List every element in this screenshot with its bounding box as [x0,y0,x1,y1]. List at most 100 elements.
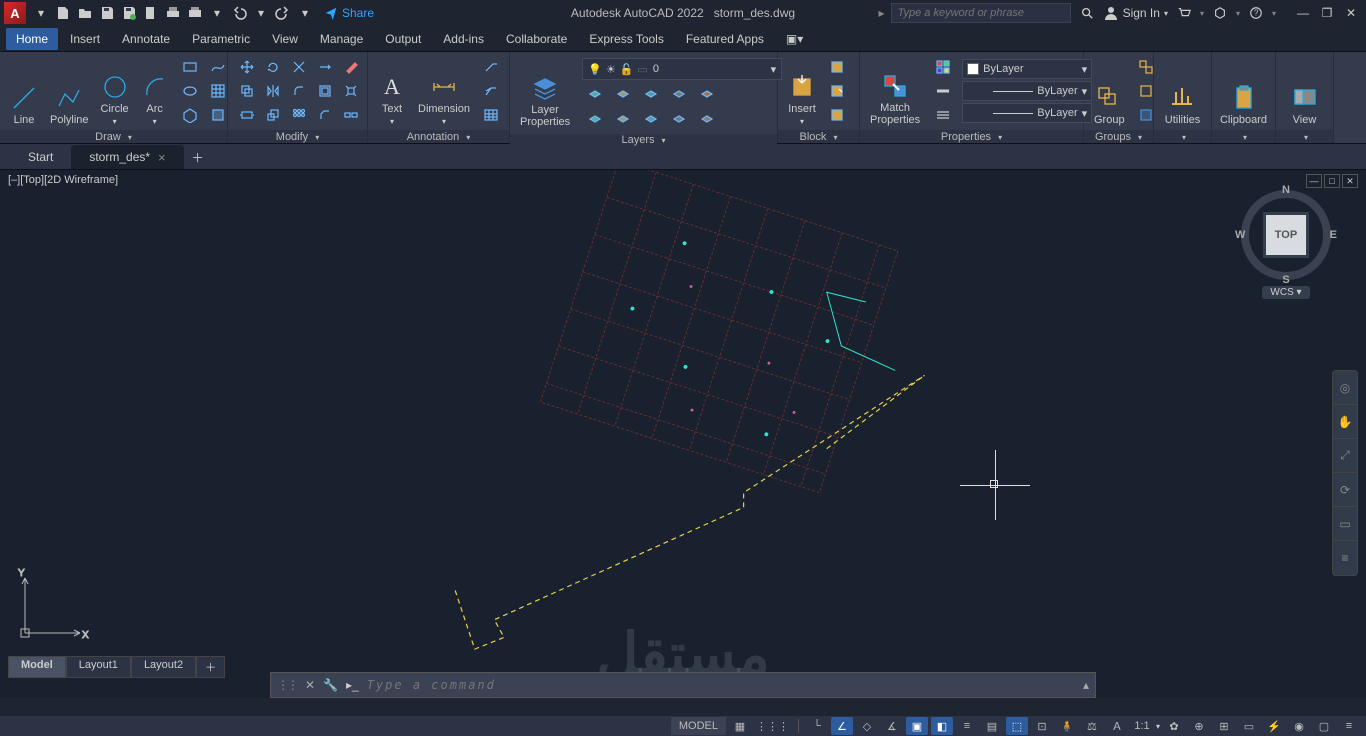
polyline-button[interactable]: Polyline [46,56,93,126]
open-icon[interactable] [74,2,96,24]
prop-icon1[interactable] [930,56,956,78]
lwt-toggle[interactable]: ≡ [956,717,978,735]
explode-icon[interactable] [338,80,364,102]
status-model[interactable]: MODEL [671,717,726,735]
join-icon[interactable] [338,104,364,126]
units-icon[interactable]: ⊞ [1213,717,1235,735]
app-icon[interactable] [1210,3,1230,23]
tab-collaborate[interactable]: Collaborate [496,28,577,50]
snap-toggle[interactable]: ⋮⋮⋮ [754,717,791,735]
spline-icon[interactable] [205,56,231,78]
tab-home[interactable]: Home [6,28,58,50]
panel-annotation-title[interactable]: Annotation [368,130,509,143]
wcs-badge[interactable]: WCS ▾ [1262,286,1309,299]
ortho-toggle[interactable]: └ [806,717,828,735]
3dosnap-toggle[interactable]: ◧ [931,717,953,735]
trim-icon[interactable] [286,56,312,78]
viewcube-top[interactable]: TOP [1266,215,1306,255]
new-icon[interactable] [52,2,74,24]
close-tab-icon[interactable]: × [158,150,166,165]
erase-icon[interactable] [338,56,364,78]
dimension-button[interactable]: Dimension▾ [414,56,474,126]
insert-button[interactable]: Insert▾ [784,56,820,126]
rectangle-icon[interactable] [177,56,203,78]
layout-1[interactable]: Layout1 [66,656,131,678]
annomon-icon[interactable]: ⊕ [1188,717,1210,735]
search-box[interactable] [891,3,1071,23]
command-line[interactable]: ⋮⋮ ✕ 🔧 ▸_ ▴ [270,672,1096,698]
tab-featured[interactable]: Featured Apps [676,28,774,50]
redo-drop[interactable]: ▾ [294,2,316,24]
layout-add[interactable]: ＋ [196,656,225,678]
isolate-icon[interactable]: ◉ [1288,717,1310,735]
tab-parametric[interactable]: Parametric [182,28,260,50]
layon-icon[interactable] [582,108,608,130]
help-icon[interactable]: ? [1246,3,1266,23]
nav-orbit-icon[interactable]: ⟳ [1333,473,1357,507]
tab-manage[interactable]: Manage [310,28,373,50]
tab-overflow[interactable]: ▣▾ [776,28,813,50]
nav-show-icon[interactable]: ▭ [1333,507,1357,541]
cart-icon[interactable] [1174,3,1194,23]
otrack-toggle[interactable]: ∡ [881,717,903,735]
share-button[interactable]: Share [324,6,374,20]
polar-toggle[interactable]: ∠ [831,717,853,735]
nav-more-icon[interactable]: ≡ [1333,541,1357,575]
hw-accel-icon[interactable]: ⚡ [1263,717,1285,735]
tab-file-active[interactable]: storm_des*× [71,145,183,169]
panel-layers-title[interactable]: Layers [510,134,777,146]
grid-toggle[interactable]: ▦ [729,717,751,735]
panel-view-title[interactable] [1276,130,1333,143]
command-input[interactable] [367,678,1075,692]
cmd-history-icon[interactable]: ▴ [1083,678,1089,692]
qp-toggle[interactable]: 🧍 [1056,717,1078,735]
sc-toggle[interactable]: ⬚ [1006,717,1028,735]
ws-switch-icon[interactable]: ✿ [1163,717,1185,735]
ellipse-icon[interactable] [177,80,203,102]
scale-display[interactable]: 1:1 [1131,717,1153,735]
mleader-icon[interactable] [478,80,504,102]
view-cube[interactable]: TOP N S E W WCS ▾ [1236,190,1336,310]
tab-annotate[interactable]: Annotate [112,28,180,50]
restore-button[interactable]: ❐ [1316,4,1338,22]
move-icon[interactable] [234,56,260,78]
redo-icon[interactable] [272,2,294,24]
panel-properties-title[interactable]: Properties [860,130,1083,143]
print-drop[interactable]: ▾ [206,2,228,24]
clean-icon[interactable]: ▢ [1313,717,1335,735]
tab-insert[interactable]: Insert [60,28,110,50]
customize-icon[interactable]: ≡ [1338,717,1360,735]
edit-block-icon[interactable] [824,80,850,102]
panel-modify-title[interactable]: Modify [228,130,367,143]
stretch-icon[interactable] [234,104,260,126]
mirror-icon[interactable] [260,80,286,102]
create-block-icon[interactable] [824,56,850,78]
osnap-toggle[interactable]: ▣ [906,717,928,735]
layoff-icon[interactable] [582,83,608,105]
plot-icon[interactable] [162,2,184,24]
tab-addins[interactable]: Add-ins [433,28,494,50]
print-icon[interactable] [184,2,206,24]
attr-icon[interactable] [824,104,850,126]
prop-icon2[interactable] [930,80,956,102]
array-icon[interactable] [286,104,312,126]
tab-start[interactable]: Start [10,145,71,169]
clipboard-button[interactable]: Clipboard [1216,56,1271,126]
copy-icon[interactable] [234,80,260,102]
web-icon[interactable] [140,2,162,24]
nav-zoom-icon[interactable]: ⤢ [1333,439,1357,473]
laythw-icon[interactable] [638,108,664,130]
region-icon[interactable] [205,104,231,126]
leader-icon[interactable] [478,56,504,78]
dyn-toggle[interactable]: ⊡ [1031,717,1053,735]
chamfer-icon[interactable] [312,104,338,126]
hatch-icon[interactable] [205,80,231,102]
iso-toggle[interactable]: ◇ [856,717,878,735]
annoscale-icon[interactable]: ⚖ [1081,717,1103,735]
layout-model[interactable]: Model [8,656,66,678]
cmd-wrench-icon[interactable]: 🔧 [323,678,338,692]
viewcube-e[interactable]: E [1330,229,1337,241]
laycur-icon[interactable] [694,108,720,130]
tab-output[interactable]: Output [375,28,431,50]
tab-express[interactable]: Express Tools [579,28,673,50]
